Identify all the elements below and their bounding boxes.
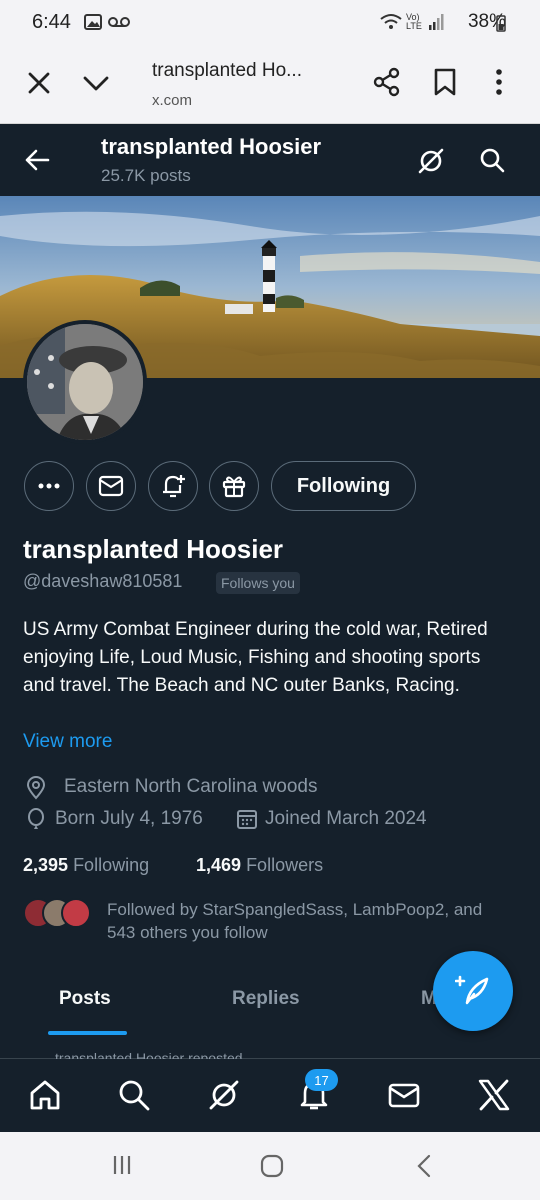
followed-by-text[interactable]: Followed by StarSpangledSass, LambPoop2,…: [107, 898, 507, 944]
system-navigation-bar: [0, 1132, 540, 1200]
wifi-icon: [380, 14, 402, 29]
url-host[interactable]: x.com: [152, 92, 192, 109]
back-arrow-icon[interactable]: [24, 148, 50, 172]
more-vertical-icon[interactable]: [494, 68, 504, 96]
more-options-button[interactable]: [24, 461, 74, 511]
tab-posts[interactable]: Posts: [59, 988, 111, 1010]
avatar-image: [27, 324, 143, 440]
gallery-notification-icon: [84, 14, 102, 30]
voicemail-icon: [108, 17, 130, 27]
view-more-link[interactable]: View more: [23, 731, 112, 753]
home-icon[interactable]: [28, 1078, 62, 1112]
back-icon[interactable]: [416, 1154, 432, 1178]
profile-header-bar: transplanted Hoosier 25.7K posts: [0, 124, 540, 196]
profile-display-name: transplanted Hoosier: [23, 534, 284, 564]
profile-bio: US Army Combat Engineer during the cold …: [23, 619, 488, 696]
search-icon[interactable]: [478, 146, 506, 174]
battery-icon: [496, 15, 506, 32]
follower-avatar: [61, 898, 91, 928]
grok-icon[interactable]: [207, 1078, 241, 1112]
status-time: 6:44: [32, 11, 71, 33]
location-icon: [26, 776, 46, 800]
network-type-label: Vo) LTE: [406, 12, 422, 31]
more-horizontal-icon: [38, 483, 60, 489]
active-tab-indicator: [48, 1031, 127, 1035]
gift-button[interactable]: [209, 461, 259, 511]
header-title: transplanted Hoosier: [101, 134, 322, 159]
followers-count: 1,469: [196, 855, 242, 875]
mail-icon: [98, 475, 124, 497]
compose-button[interactable]: [433, 951, 513, 1031]
browser-toolbar: transplanted Ho... x.com: [0, 46, 540, 124]
profile-handle: @daveshaw810581: [23, 571, 183, 591]
compose-icon: [455, 975, 489, 1005]
balloon-icon: [28, 808, 44, 829]
followers-label: Followers: [246, 855, 324, 875]
recent-apps-icon[interactable]: [111, 1154, 133, 1176]
following-stat[interactable]: 2,395 Following: [23, 855, 149, 876]
message-button[interactable]: [86, 461, 136, 511]
chevron-down-icon[interactable]: [82, 74, 110, 94]
following-count: 2,395: [23, 855, 69, 875]
page-title[interactable]: transplanted Ho...: [152, 60, 302, 82]
follows-you-badge: Follows you: [216, 572, 300, 594]
tab-replies[interactable]: Replies: [232, 988, 300, 1010]
grok-icon[interactable]: [416, 146, 446, 176]
close-icon[interactable]: [26, 70, 52, 96]
following-button[interactable]: Following: [271, 461, 416, 511]
following-label: Following: [73, 855, 150, 875]
x-logo-icon[interactable]: [477, 1078, 511, 1112]
calendar-icon: [237, 810, 257, 829]
profile-location: Eastern North Carolina woods: [64, 776, 318, 797]
header-post-count: 25.7K posts: [101, 166, 191, 185]
bottom-navigation: [0, 1059, 540, 1132]
profile-joined-date: Joined March 2024: [265, 808, 427, 829]
followers-stat[interactable]: 1,469 Followers: [196, 855, 323, 876]
home-button-icon[interactable]: [260, 1154, 284, 1178]
notifications-count-badge: 17: [305, 1069, 338, 1091]
search-icon[interactable]: [117, 1078, 151, 1112]
gift-icon: [222, 476, 246, 498]
notify-button[interactable]: [148, 461, 198, 511]
bookmark-icon[interactable]: [433, 68, 457, 96]
notification-plus-icon: [163, 475, 185, 498]
avatar[interactable]: [23, 320, 147, 444]
mail-icon[interactable]: [387, 1078, 421, 1112]
status-bar: 6:44 Vo) LTE 38%: [0, 0, 540, 46]
signal-icon: [429, 14, 444, 30]
profile-birthdate: Born July 4, 1976: [55, 808, 203, 829]
share-icon[interactable]: [372, 67, 402, 97]
